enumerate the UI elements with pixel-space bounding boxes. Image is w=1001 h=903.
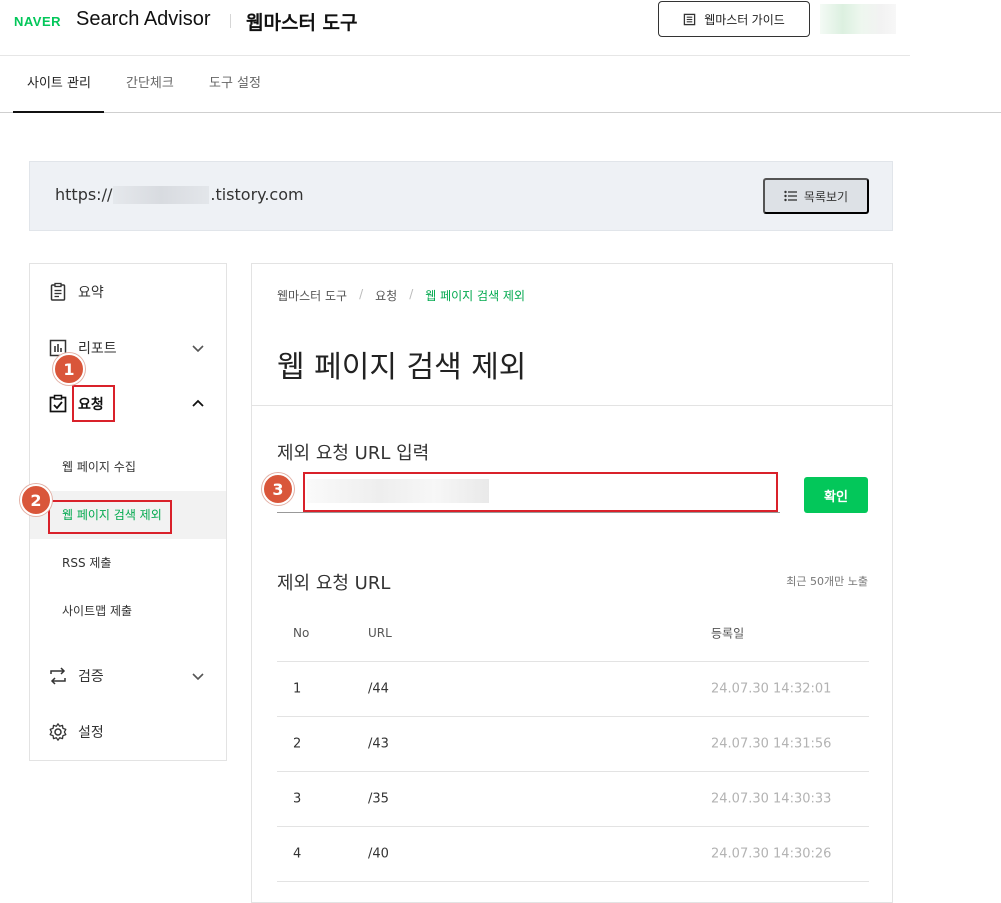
cell-no: 3 xyxy=(293,791,302,807)
annotation-badge-1: 1 xyxy=(53,353,85,385)
column-header-no: No xyxy=(293,625,310,640)
cell-no: 1 xyxy=(293,681,302,697)
table-header: No URL 등록일 xyxy=(277,604,869,662)
column-header-date: 등록일 xyxy=(711,626,745,640)
sidebar-item-summary[interactable]: 요약 xyxy=(30,272,226,312)
input-section-title: 제외 요청 URL 입력 xyxy=(277,443,430,464)
cell-no: 2 xyxy=(293,736,302,752)
sidebar-subitem-rss[interactable]: RSS 제출 xyxy=(30,539,226,587)
breadcrumb-separator: / xyxy=(359,287,364,301)
annotation-badge-2: 2 xyxy=(20,484,52,516)
cell-date: 24.07.30 14:31:56 xyxy=(711,736,832,752)
guide-button-label: 웹마스터 가이드 xyxy=(704,12,785,27)
cell-date: 24.07.30 14:30:26 xyxy=(711,846,832,862)
naver-logo[interactable]: NAVER xyxy=(14,14,61,29)
breadcrumb-current: 웹 페이지 검색 제외 xyxy=(425,289,526,303)
annotation-box-request xyxy=(72,385,115,422)
cell-url: /40 xyxy=(368,846,389,862)
exclude-url-table: No URL 등록일 1 /44 24.07.30 14:32:01 2 /43… xyxy=(277,604,869,882)
list-button-label: 목록보기 xyxy=(803,189,849,204)
brand-separator xyxy=(230,14,231,28)
sidebar-subitem-page-collect[interactable]: 웹 페이지 수집 xyxy=(30,443,226,491)
gear-icon xyxy=(49,723,67,741)
recent-note: 최근 50개만 노출 xyxy=(786,575,868,588)
checklist-icon xyxy=(49,394,67,413)
site-url-prefix: https:// xyxy=(55,185,113,204)
site-url-suffix: .tistory.com xyxy=(210,185,304,204)
annotation-box-page-exclude xyxy=(48,500,172,534)
chevron-down-icon xyxy=(192,345,204,353)
table-row: 1 /44 24.07.30 14:32:01 xyxy=(277,662,869,717)
chevron-down-icon xyxy=(192,673,204,681)
table-row: 2 /43 24.07.30 14:31:56 xyxy=(277,717,869,772)
chevron-up-icon xyxy=(192,399,204,407)
sidebar-subitem-sitemap[interactable]: 사이트맵 제출 xyxy=(30,587,226,635)
list-section-title: 제외 요청 URL xyxy=(277,573,391,594)
cell-date: 24.07.30 14:30:33 xyxy=(711,791,832,807)
tab-tool-settings[interactable]: 도구 설정 xyxy=(209,56,261,112)
cell-url: /35 xyxy=(368,791,389,807)
top-header: NAVER Search Advisor 웹마스터 도구 웹마스터 가이드 xyxy=(0,0,910,56)
cell-no: 4 xyxy=(293,846,302,862)
annotation-box-url-input xyxy=(303,472,778,512)
table-row: 4 /40 24.07.30 14:30:26 xyxy=(277,827,869,882)
sidebar-item-settings[interactable]: 설정 xyxy=(30,712,226,752)
tab-site-management[interactable]: 사이트 관리 xyxy=(13,56,104,113)
list-icon xyxy=(784,190,797,202)
repeat-icon xyxy=(50,667,66,685)
site-url: https:// .tistory.com xyxy=(55,185,304,204)
sidebar-label: 설정 xyxy=(78,725,104,741)
divider xyxy=(252,405,892,406)
webmaster-guide-button[interactable]: 웹마스터 가이드 xyxy=(658,1,810,37)
column-header-url: URL xyxy=(368,625,392,640)
cell-date: 24.07.30 14:32:01 xyxy=(711,681,832,697)
sidebar-item-request[interactable]: 요청 xyxy=(30,384,226,424)
main-tabs: 사이트 관리 간단체크 도구 설정 xyxy=(0,56,1001,113)
clipboard-icon xyxy=(50,282,66,301)
sidebar-label: 검증 xyxy=(78,669,104,685)
brand-title[interactable]: Search Advisor xyxy=(76,8,211,31)
main-panel: 웹마스터 도구 / 요청 / 웹 페이지 검색 제외 웹 페이지 검색 제외 제… xyxy=(251,263,893,903)
site-url-bar: https:// .tistory.com 목록보기 xyxy=(29,161,893,231)
cell-url: /44 xyxy=(368,681,389,697)
cell-url: /43 xyxy=(368,736,389,752)
table-row: 3 /35 24.07.30 14:30:33 xyxy=(277,772,869,827)
confirm-button[interactable]: 확인 xyxy=(804,477,868,513)
url-redaction xyxy=(113,185,210,204)
annotation-badge-3: 3 xyxy=(262,473,294,505)
book-icon xyxy=(683,13,696,25)
breadcrumb: 웹마스터 도구 / 요청 / 웹 페이지 검색 제외 xyxy=(277,287,525,304)
breadcrumb-item[interactable]: 요청 xyxy=(375,287,397,304)
avatar[interactable] xyxy=(820,4,896,34)
tab-quick-check[interactable]: 간단체크 xyxy=(126,56,174,112)
breadcrumb-item[interactable]: 웹마스터 도구 xyxy=(277,287,347,304)
sidebar-item-verify[interactable]: 검증 xyxy=(30,656,226,696)
page-title: 웹 페이지 검색 제외 xyxy=(277,350,527,385)
list-view-button[interactable]: 목록보기 xyxy=(763,178,869,214)
tool-title[interactable]: 웹마스터 도구 xyxy=(246,8,358,35)
sidebar-label: 요약 xyxy=(78,285,104,301)
sidebar-label: 리포트 xyxy=(78,341,117,357)
breadcrumb-separator: / xyxy=(409,287,414,301)
